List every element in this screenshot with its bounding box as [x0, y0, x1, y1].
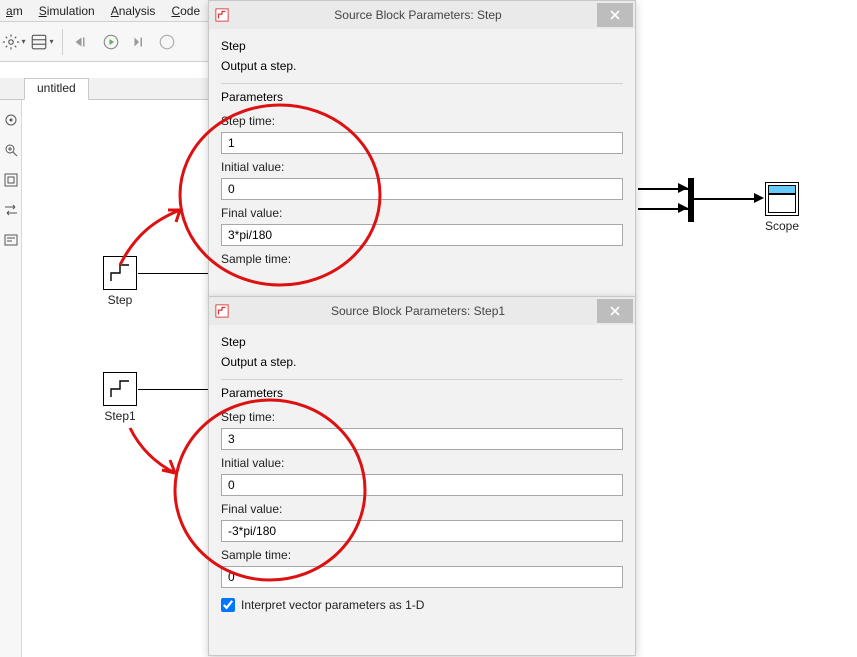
interpret-vector-label: Interpret vector parameters as 1-D: [241, 598, 424, 612]
fit-icon[interactable]: [3, 172, 19, 188]
step-time-label: Step time:: [221, 114, 623, 128]
parameters-heading: Parameters: [221, 83, 623, 104]
sample-time-input[interactable]: [221, 566, 623, 588]
initial-value-input[interactable]: [221, 474, 623, 496]
block-description: Output a step.: [221, 59, 623, 73]
run-button[interactable]: [99, 30, 123, 54]
sample-time-label: Sample time:: [221, 548, 623, 562]
menu-analysis[interactable]: Analysis: [111, 4, 156, 18]
parameters-heading: Parameters: [221, 379, 623, 400]
step-back-button[interactable]: [71, 30, 95, 54]
block-step1[interactable]: Step1: [103, 372, 137, 423]
explorer-icon[interactable]: [3, 112, 19, 128]
dialog-title: Source Block Parameters: Step: [239, 8, 597, 22]
block-mux[interactable]: [688, 178, 694, 222]
zoom-icon[interactable]: [3, 142, 19, 158]
library-browser-button[interactable]: ▾: [30, 30, 54, 54]
block-heading: Step: [221, 335, 623, 349]
toolbar: ▾ ▾: [0, 22, 210, 62]
initial-value-label: Initial value:: [221, 160, 623, 174]
final-value-label: Final value:: [221, 502, 623, 516]
initial-value-label: Initial value:: [221, 456, 623, 470]
block-step[interactable]: Step: [103, 256, 137, 307]
block-step-label: Step: [108, 293, 133, 307]
block-step1-label: Step1: [104, 409, 135, 423]
initial-value-input[interactable]: [221, 178, 623, 200]
menu-diagram[interactable]: am: [6, 4, 23, 18]
tab-untitled[interactable]: untitled: [24, 78, 89, 100]
menu-code[interactable]: Code: [171, 4, 200, 18]
dialog-step-parameters: Source Block Parameters: Step Step Outpu…: [208, 0, 636, 298]
menu-simulation[interactable]: Simulation: [39, 4, 95, 18]
settings-dropdown[interactable]: ▾: [2, 30, 26, 54]
block-scope-label: Scope: [765, 219, 799, 233]
annotation-icon[interactable]: [3, 232, 19, 248]
menubar: am Simulation Analysis Code: [0, 0, 210, 22]
final-value-label: Final value:: [221, 206, 623, 220]
swap-icon[interactable]: [3, 202, 19, 218]
step-time-input[interactable]: [221, 132, 623, 154]
stop-next-button[interactable]: [155, 30, 179, 54]
palette: [0, 100, 22, 657]
block-scope[interactable]: Scope: [765, 182, 799, 233]
dialog-step1-parameters: Source Block Parameters: Step1 Step Outp…: [208, 296, 636, 656]
sample-time-label: Sample time:: [221, 252, 623, 266]
block-heading: Step: [221, 39, 623, 53]
close-button[interactable]: [597, 299, 633, 323]
step-forward-button[interactable]: [127, 30, 151, 54]
model-tabs: untitled: [24, 78, 89, 100]
block-description: Output a step.: [221, 355, 623, 369]
final-value-input[interactable]: [221, 520, 623, 542]
dialog-icon: [215, 7, 231, 23]
step-time-input[interactable]: [221, 428, 623, 450]
interpret-vector-checkbox[interactable]: [221, 598, 235, 612]
dialog-title: Source Block Parameters: Step1: [239, 304, 597, 318]
dialog-icon: [215, 303, 231, 319]
close-button[interactable]: [597, 3, 633, 27]
step-time-label: Step time:: [221, 410, 623, 424]
final-value-input[interactable]: [221, 224, 623, 246]
